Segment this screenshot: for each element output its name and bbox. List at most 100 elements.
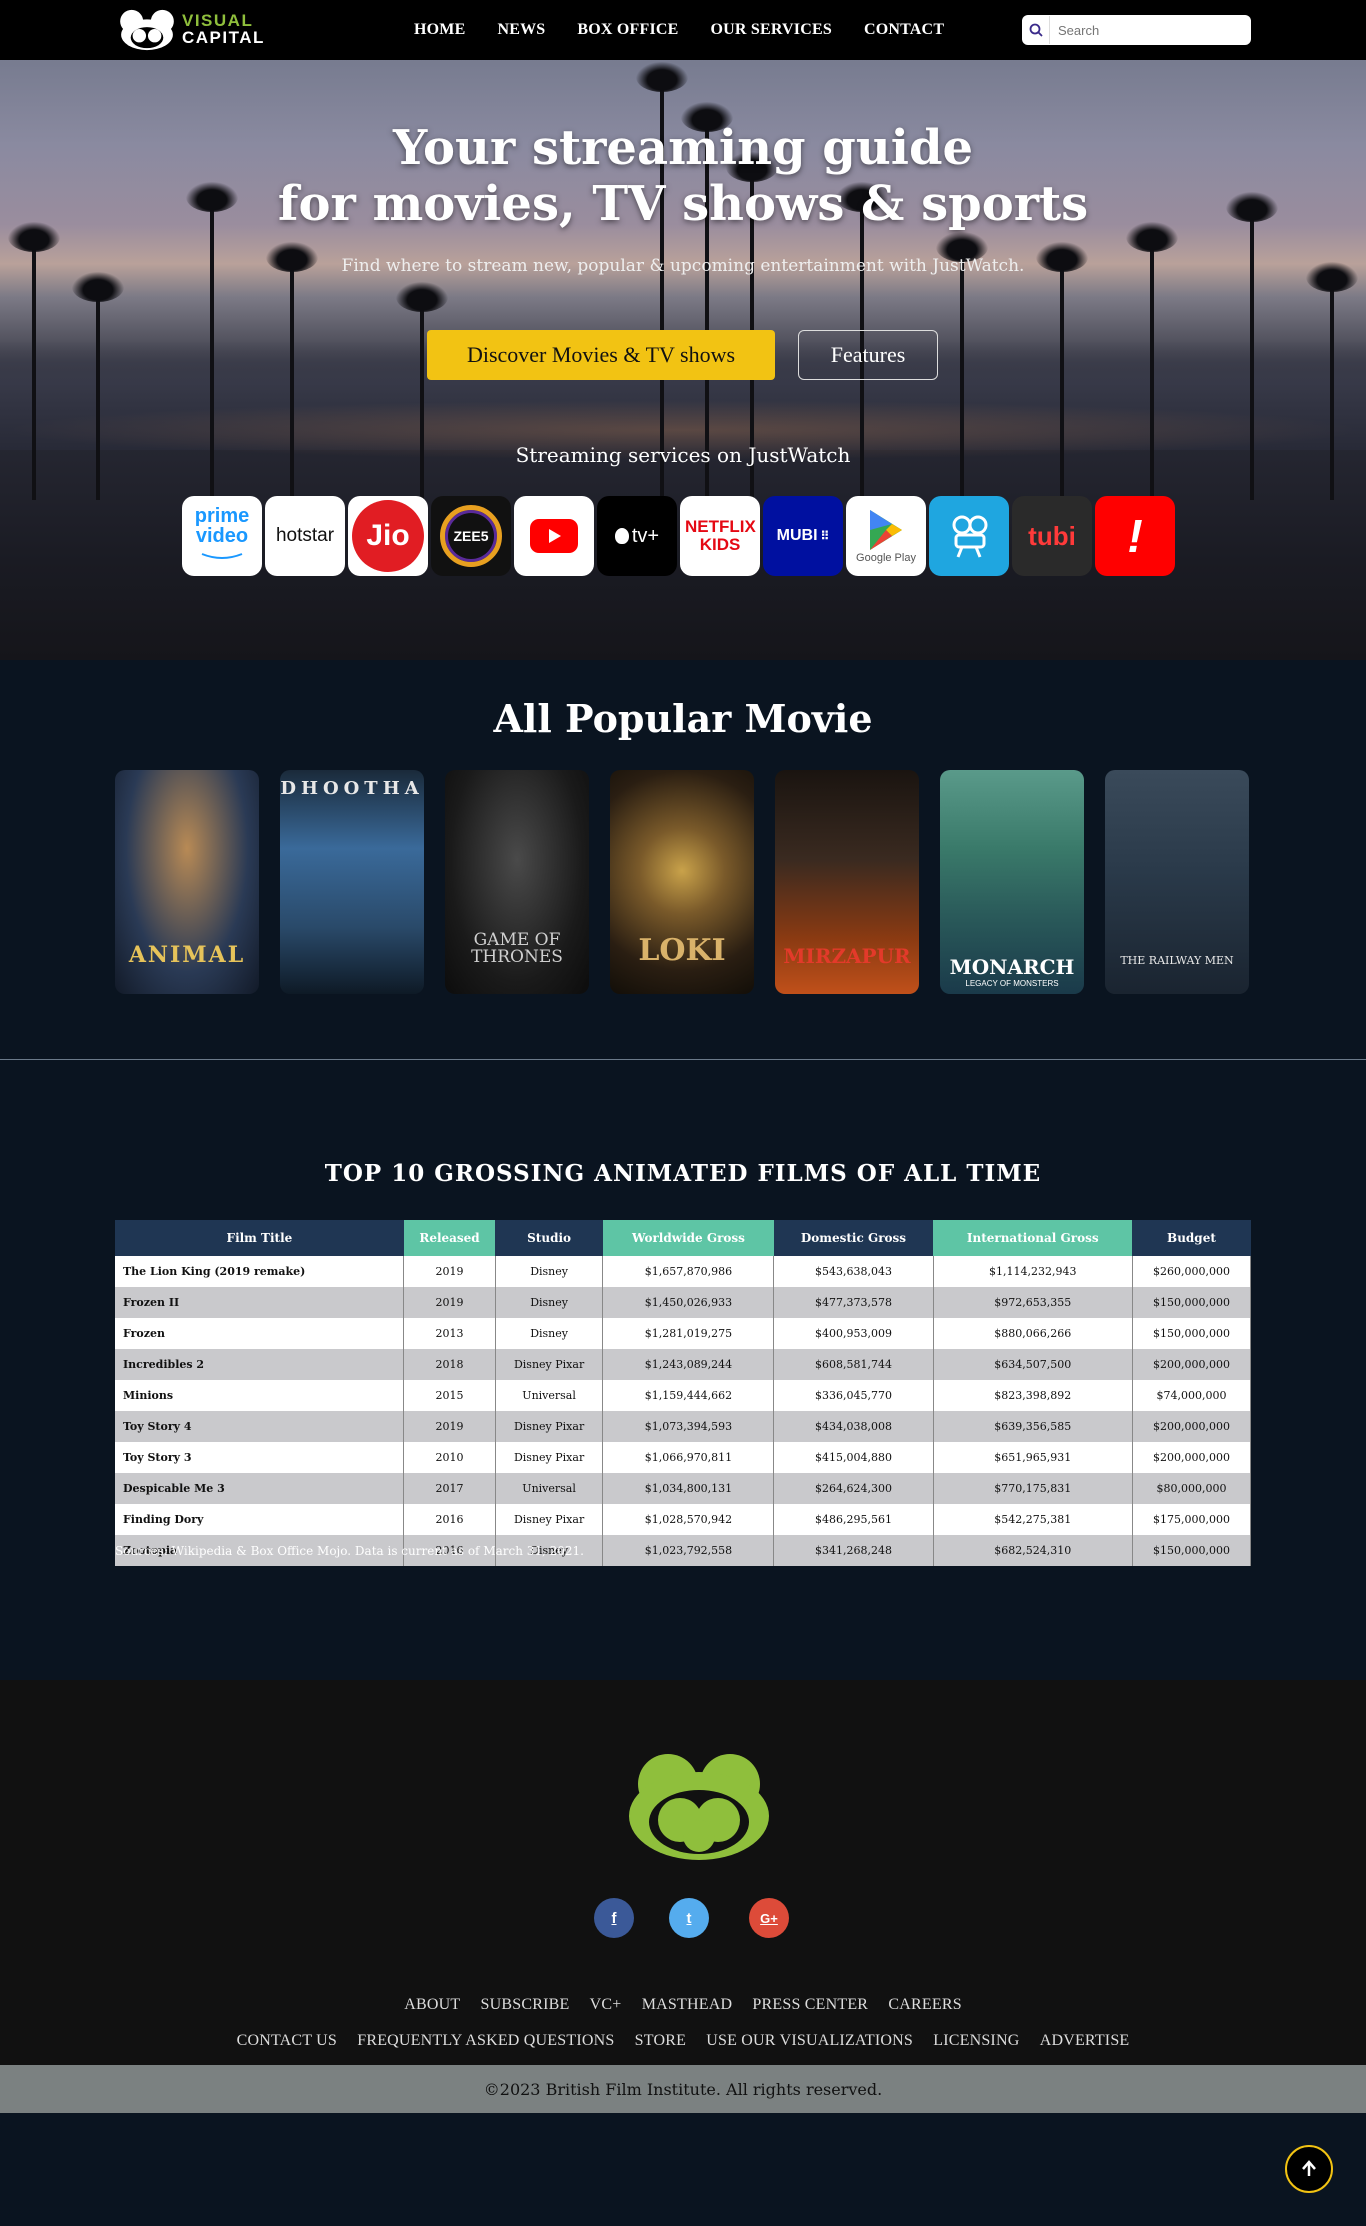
cell-international-gross: $770,175,831	[932, 1473, 1133, 1504]
footer-link-press-center[interactable]: PRESS CENTER	[752, 1996, 868, 2013]
poster-monarch[interactable]: MONARCH LEGACY OF MONSTERS	[940, 770, 1084, 994]
popular-section: All Popular Movie ANIMAL DHOOTHA GAME OF…	[0, 660, 1366, 1060]
cell-domestic-gross: $434,038,008	[773, 1411, 934, 1442]
back-to-top-button[interactable]	[1285, 2145, 1333, 2193]
poster-animal[interactable]: ANIMAL	[115, 770, 259, 994]
nav-news[interactable]: NEWS	[497, 21, 545, 39]
copyright-bar: ©2023 British Film Institute. All rights…	[0, 2065, 1366, 2113]
cell-budget: $200,000,000	[1131, 1411, 1252, 1442]
hoichoi-icon	[952, 515, 988, 558]
google-plus-icon[interactable]: G+	[749, 1898, 789, 1938]
provider-google-play[interactable]: Google Play	[846, 496, 926, 576]
col-released[interactable]: Released	[403, 1220, 496, 1256]
cell-domestic-gross: $336,045,770	[773, 1380, 934, 1411]
provider-mubi[interactable]: MUBI ⠿	[763, 496, 843, 576]
search-box	[1022, 15, 1251, 45]
logo-line1: VISUAL	[182, 11, 254, 30]
search-icon[interactable]	[1022, 16, 1050, 44]
logo-line2: CAPITAL	[182, 28, 265, 47]
grossing-section: TOP 10 GROSSING ANIMATED FILMS OF ALL TI…	[0, 1060, 1366, 1680]
poster-title: LOKI	[638, 933, 726, 968]
provider-hoichoi[interactable]	[929, 496, 1009, 576]
cell-film-title: Minions	[115, 1380, 405, 1411]
twitter-label: t	[686, 1909, 692, 1927]
cell-studio: Disney Pixar	[494, 1349, 604, 1380]
nav-home[interactable]: HOME	[414, 21, 465, 39]
poster-the-railway-men[interactable]: THE RAILWAY MEN	[1105, 770, 1249, 994]
footer-link-store[interactable]: STORE	[635, 2032, 686, 2049]
cell-film-title: Toy Story 3	[115, 1442, 405, 1473]
cell-worldwide-gross: $1,657,870,986	[602, 1256, 775, 1287]
col-budget[interactable]: Budget	[1132, 1220, 1251, 1256]
apple-icon	[614, 528, 629, 544]
nav-box-office[interactable]: BOX OFFICE	[577, 21, 678, 39]
cell-budget: $74,000,000	[1131, 1380, 1252, 1411]
footer-link-advertise[interactable]: ADVERTISE	[1040, 2032, 1130, 2049]
poster-title: GAME OF THRONES	[471, 930, 563, 967]
popular-heading: All Popular Movie	[493, 696, 873, 741]
footer-links-row2: CONTACT US FREQUENTLY ASKED QUESTIONS ST…	[0, 2032, 1366, 2050]
cell-domestic-gross: $341,268,248	[773, 1535, 934, 1566]
footer-link-contact-us[interactable]: CONTACT US	[237, 2032, 337, 2049]
col-international-gross[interactable]: International Gross	[933, 1220, 1133, 1256]
nav-our-services[interactable]: OUR SERVICES	[711, 21, 832, 39]
poster-title: ANIMAL	[128, 942, 246, 968]
cell-budget: $200,000,000	[1131, 1442, 1252, 1473]
col-worldwide-gross[interactable]: Worldwide Gross	[602, 1220, 774, 1256]
sources-note: Sources: Wikipedia & Box Office Mojo. Da…	[115, 1544, 584, 1558]
poster-title: MIRZAPUR	[783, 944, 911, 968]
provider-youtube[interactable]	[514, 496, 594, 576]
provider-list: prime video hotstar Jio ZEE5 tv+ NETFLIX…	[182, 496, 1175, 576]
footer-link-use-visualizations[interactable]: USE OUR VISUALIZATIONS	[706, 2032, 913, 2049]
col-domestic-gross[interactable]: Domestic Gross	[773, 1220, 934, 1256]
provider-hungama[interactable]: !	[1095, 496, 1175, 576]
provider-netflix-kids[interactable]: NETFLIX KIDS	[680, 496, 760, 576]
cell-studio: Universal	[494, 1473, 604, 1504]
provider-prime-video[interactable]: prime video	[182, 496, 262, 576]
cell-worldwide-gross: $1,028,570,942	[602, 1504, 775, 1535]
cell-worldwide-gross: $1,034,800,131	[602, 1473, 775, 1504]
cell-domestic-gross: $477,373,578	[773, 1287, 934, 1318]
footer-link-about[interactable]: ABOUT	[404, 1996, 460, 2013]
cell-international-gross: $972,653,355	[932, 1287, 1133, 1318]
col-studio[interactable]: Studio	[495, 1220, 603, 1256]
facebook-icon[interactable]: f	[594, 1898, 634, 1938]
provider-apple-tv[interactable]: tv+	[597, 496, 677, 576]
poster-loki[interactable]: LOKI	[610, 770, 754, 994]
footer-link-masthead[interactable]: MASTHEAD	[642, 1996, 733, 2013]
footer-link-careers[interactable]: CAREERS	[888, 1996, 961, 2013]
cell-released: 2019	[403, 1256, 496, 1287]
provider-hotstar[interactable]: hotstar	[265, 496, 345, 576]
grossing-heading: TOP 10 GROSSING ANIMATED FILMS OF ALL TI…	[324, 1160, 1042, 1187]
poster-dhootha[interactable]: DHOOTHA	[280, 770, 424, 994]
provider-tubi[interactable]: tubi	[1012, 496, 1092, 576]
search-input[interactable]	[1058, 22, 1238, 38]
cell-studio: Universal	[494, 1380, 604, 1411]
poster-subtitle: LEGACY OF MONSTERS	[965, 979, 1059, 988]
hero-section: Your streaming guide for movies, TV show…	[0, 0, 1366, 660]
discover-button[interactable]: Discover Movies & TV shows	[427, 330, 775, 380]
col-film-title[interactable]: Film Title	[115, 1220, 404, 1256]
cell-domestic-gross: $543,638,043	[773, 1256, 934, 1287]
provider-jio[interactable]: Jio	[348, 496, 428, 576]
nav-contact[interactable]: CONTACT	[864, 21, 944, 39]
logo-text: VISUAL CAPITAL	[182, 12, 265, 46]
cell-released: 2018	[403, 1349, 496, 1380]
poster-game-of-thrones[interactable]: GAME OF THRONES	[445, 770, 589, 994]
poster-row: ANIMAL DHOOTHA GAME OF THRONES LOKI MIRZ…	[115, 770, 1249, 994]
footer-link-vc-plus[interactable]: VC+	[590, 1996, 622, 2013]
provider-zee5[interactable]: ZEE5	[431, 496, 511, 576]
cell-studio: Disney	[494, 1318, 604, 1349]
twitter-icon[interactable]: t	[669, 1898, 709, 1938]
cell-worldwide-gross: $1,450,026,933	[602, 1287, 775, 1318]
footer-link-licensing[interactable]: LICENSING	[933, 2032, 1019, 2049]
cell-budget: $80,000,000	[1131, 1473, 1252, 1504]
cell-film-title: Frozen II	[115, 1287, 405, 1318]
footer-link-faq[interactable]: FREQUENTLY ASKED QUESTIONS	[357, 2032, 614, 2049]
site-logo[interactable]: VISUAL CAPITAL	[118, 6, 265, 52]
google-plus-label: G+	[760, 1910, 778, 1926]
features-button[interactable]: Features	[798, 330, 938, 380]
footer-link-subscribe[interactable]: SUBSCRIBE	[481, 1996, 570, 2013]
provider-label: Google Play	[856, 552, 916, 564]
poster-mirzapur[interactable]: MIRZAPUR	[775, 770, 919, 994]
